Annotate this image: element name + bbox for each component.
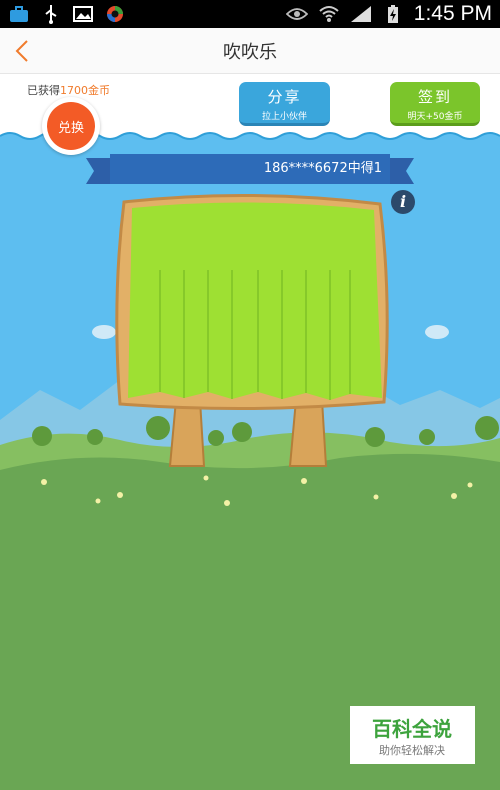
watermark-subtitle: 助你轻松解决 — [379, 743, 445, 757]
info-icon[interactable]: i — [391, 190, 415, 214]
watermark-title: 百科全说 — [372, 717, 452, 741]
game-scene — [0, 193, 500, 790]
watermark: 百科全说 助你轻松解决 — [350, 706, 475, 764]
ticker-text: 186****6672中得1 — [263, 161, 382, 176]
